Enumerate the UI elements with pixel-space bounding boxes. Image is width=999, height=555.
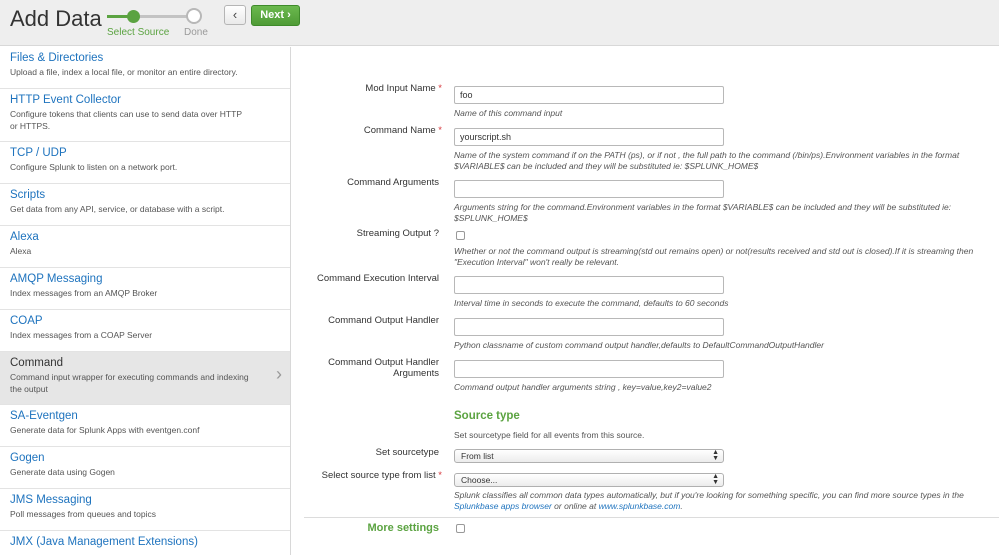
more-settings-label: More settings (367, 522, 439, 534)
step-line-pending (139, 15, 187, 18)
set-sourcetype-value: From list (461, 451, 494, 461)
output-handler-help: Python classname of custom command outpu… (454, 340, 824, 350)
command-name-label: Command Name * (363, 125, 442, 136)
select-arrows-icon: ▲ ▼ (712, 449, 719, 462)
streaming-output-checkbox[interactable] (456, 231, 465, 240)
sidebar-item-desc: Index messages from an AMQP Broker (10, 288, 158, 298)
command-name-help: Name of the system command if on the PAT… (454, 150, 960, 171)
sidebar-item-title: JMX (Java Management Extensions) (10, 536, 198, 548)
source-type-heading: Source type (454, 410, 520, 422)
sidebar-item-desc: Get data from any API, service, or datab… (10, 204, 225, 214)
output-handler-label: Command Output Handler (328, 315, 439, 326)
back-button[interactable]: ‹ (224, 5, 246, 25)
step-label-select-source: Select Source (107, 27, 170, 38)
sidebar-item-desc: Configure tokens that clients can use to… (10, 109, 242, 131)
step-select-source-dot (127, 10, 140, 23)
command-arguments-help: Arguments string for the command.Environ… (454, 202, 952, 223)
output-handler-args-field[interactable] (454, 360, 724, 378)
sidebar-item-desc: Generate data using Gogen (10, 467, 115, 477)
mod-input-name-label: Mod Input Name * (365, 83, 442, 94)
sidebar-item-title: JMS Messaging (10, 494, 92, 506)
sidebar-item-title: TCP / UDP (10, 147, 67, 159)
sidebar-item-sa-eventgen[interactable]: SA-Eventgen Generate data for Splunk App… (0, 405, 290, 447)
page-title: Add Data (10, 6, 102, 31)
output-handler-field[interactable] (454, 318, 724, 336)
execution-interval-label: Command Execution Interval (317, 273, 439, 284)
source-type-description: Set sourcetype field for all events from… (454, 430, 645, 440)
next-button[interactable]: Next › (251, 5, 300, 26)
streaming-output-help: Whether or not the command output is str… (454, 246, 974, 267)
sidebar-item-desc: Poll messages from queues and topics (10, 509, 156, 519)
sidebar-item-desc: Upload a file, index a local file, or mo… (10, 67, 238, 77)
output-handler-args-label: Command Output Handler Arguments (328, 357, 439, 379)
sidebar-item-desc: Index messages from a COAP Server (10, 330, 153, 340)
sidebar-item-jms-messaging[interactable]: JMS Messaging Poll messages from queues … (0, 489, 290, 531)
command-input-form: Mod Input Name * Name of this command in… (292, 47, 999, 555)
sidebar-item-desc: Generate data for Splunk Apps with event… (10, 425, 200, 435)
command-name-field[interactable] (454, 128, 724, 146)
header-bar: Add Data Select Source Done ‹ Next › (0, 0, 999, 46)
sidebar-item-desc: Alexa (10, 246, 32, 256)
sidebar-item-title: Scripts (10, 189, 46, 201)
execution-interval-field[interactable] (454, 276, 724, 294)
command-arguments-field[interactable] (454, 180, 724, 198)
step-label-done: Done (184, 27, 208, 38)
select-arrows-icon: ▲ ▼ (712, 473, 719, 486)
set-sourcetype-select[interactable]: From list ▲ ▼ (454, 449, 724, 463)
section-divider (304, 517, 999, 518)
streaming-output-label: Streaming Output ? (356, 228, 439, 239)
mod-input-name-help: Name of this command input (454, 108, 563, 118)
set-sourcetype-label: Set sourcetype (375, 447, 439, 458)
mod-input-name-field[interactable] (454, 86, 724, 104)
sidebar-item-jmx[interactable]: JMX (Java Management Extensions) (0, 531, 290, 555)
sidebar-item-title: HTTP Event Collector (10, 94, 121, 106)
more-settings-checkbox[interactable] (456, 524, 465, 533)
splunkbase-apps-browser-link[interactable]: Splunkbase apps browser (454, 501, 552, 511)
command-arguments-label: Command Arguments (347, 177, 439, 188)
select-source-type-label: Select source type from list * (321, 470, 442, 481)
sidebar-item-scripts[interactable]: Scripts Get data from any API, service, … (0, 184, 290, 226)
source-type-value: Choose... (461, 475, 498, 485)
execution-interval-help: Interval time in seconds to execute the … (454, 298, 729, 308)
sidebar-item-title: SA-Eventgen (10, 410, 78, 422)
source-type-help: Splunk classifies all common data types … (454, 490, 964, 511)
sidebar-item-title: Files & Directories (10, 52, 104, 64)
output-handler-args-help: Command output handler arguments string … (454, 382, 712, 392)
source-type-select[interactable]: Choose... ▲ ▼ (454, 473, 724, 487)
sidebar-item-desc: Configure Splunk to listen on a network … (10, 162, 178, 172)
step-done-dot (186, 8, 202, 24)
splunkbase-website-link[interactable]: www.splunkbase.com (599, 501, 681, 511)
